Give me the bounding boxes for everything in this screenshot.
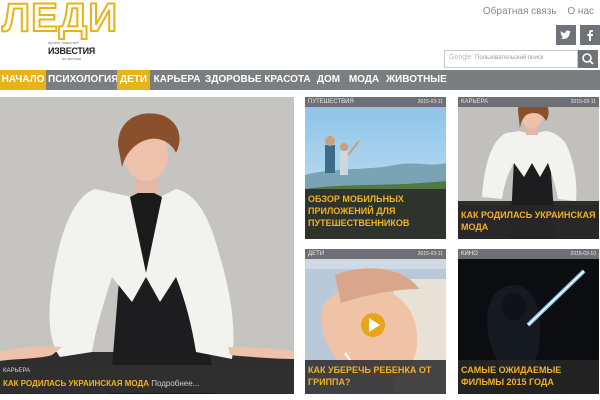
hero-caption: КАРЬЕРА КАК РОДИЛАСЬ УКРАИНСКАЯ МОДА Под…	[0, 365, 294, 393]
hero-title-text: КАК РОДИЛАСЬ УКРАИНСКАЯ МОДА	[3, 379, 149, 388]
hero-more-link[interactable]: Подробнее...	[151, 379, 199, 388]
main-nav: НАЧАЛО ПСИХОЛОГИЯ ДЕТИ КАРЬЕРА ЗДОРОВЬЕ …	[0, 70, 600, 90]
hero-photo	[0, 97, 294, 394]
article-card-movies[interactable]: КИНО 2015-03-10 САМЫЕ ОЖИДАЕМЫЕ ФИЛЬМЫ 2…	[458, 249, 599, 394]
logo-word: ЛЕДИ	[1, 0, 118, 41]
card-category-bar: ПУТЕШЕСТВИЯ 2015-03-11	[305, 97, 446, 107]
nav-item-psychology[interactable]: ПСИХОЛОГИЯ	[48, 70, 118, 90]
feedback-link[interactable]: Обратная связь	[483, 6, 557, 17]
search-button[interactable]	[578, 50, 598, 68]
card-category: КАРЬЕРА	[461, 99, 489, 105]
twitter-button[interactable]	[556, 25, 576, 45]
logo-izvestia: ИЗВЕСТИЯ	[48, 46, 95, 56]
card-title[interactable]: КАК УБЕРЕЧЬ РЕБЕНКА ОТ ГРИППА?	[305, 360, 446, 394]
nav-item-kids[interactable]: ДЕТИ	[117, 70, 150, 90]
nav-item-beauty[interactable]: КРАСОТА	[264, 70, 311, 90]
card-title[interactable]: ОБЗОР МОБИЛЬНЫХ ПРИЛОЖЕНИЙ ДЛЯ ПУТЕШЕСТВ…	[305, 189, 446, 239]
nav-item-start[interactable]: НАЧАЛО	[0, 70, 46, 90]
top-links: Обратная связь О нас	[475, 6, 594, 17]
search-placeholder: Пользовательский поиск	[475, 55, 544, 61]
facebook-button[interactable]	[580, 25, 600, 45]
article-card-travel[interactable]: ПУТЕШЕСТВИЯ 2015-03-11 ОБЗОР МОБИЛЬНЫХ П…	[305, 97, 446, 239]
card-title[interactable]: КАК РОДИЛАСЬ УКРАИНСКАЯ МОДА	[458, 205, 599, 239]
site-header: ЛЕДИ проект новостей ИЗВЕСТИЯ по-женски …	[0, 0, 600, 70]
nav-item-fashion[interactable]: МОДА	[346, 70, 382, 90]
card-date: 2015-03-11	[570, 99, 596, 105]
site-logo[interactable]: ЛЕДИ проект новостей ИЗВЕСТИЯ по-женски	[1, 0, 118, 62]
card-category-bar: КАРЬЕРА 2015-03-11	[458, 97, 599, 107]
card-date: 2015-03-11	[417, 251, 443, 257]
article-card-career[interactable]: КАРЬЕРА 2015-03-11 КАК РОДИЛАСЬ УКРАИНСК…	[458, 97, 599, 239]
nav-item-animals[interactable]: ЖИВОТНЫЕ	[386, 70, 447, 90]
nav-item-career[interactable]: КАРЬЕРА	[152, 70, 202, 90]
twitter-icon	[560, 30, 571, 39]
card-date: 2015-03-11	[417, 99, 443, 105]
facebook-icon	[587, 30, 594, 41]
logo-micro-text: проект новостей	[48, 40, 79, 45]
card-category: ПУТЕШЕСТВИЯ	[308, 99, 354, 105]
card-title[interactable]: САМЫЕ ОЖИДАЕМЫЕ ФИЛЬМЫ 2015 ГОДА	[458, 360, 599, 394]
search-input[interactable]: Google Пользовательский поиск	[444, 50, 578, 68]
search-icon	[582, 53, 594, 65]
hero-title[interactable]: КАК РОДИЛАСЬ УКРАИНСКАЯ МОДА Подробнее..…	[3, 379, 199, 388]
hero-article[interactable]: КАРЬЕРА КАК РОДИЛАСЬ УКРАИНСКАЯ МОДА Под…	[0, 97, 294, 394]
nav-item-home[interactable]: ДОМ	[314, 70, 343, 90]
card-category-bar: КИНО 2015-03-10	[458, 249, 599, 259]
card-category-bar: ДЕТИ 2015-03-11	[305, 249, 446, 259]
nav-item-health[interactable]: ЗДОРОВЬЕ	[205, 70, 262, 90]
search-brand: Google	[449, 54, 472, 61]
logo-micro-text-2: по-женски	[62, 56, 81, 61]
article-card-kids[interactable]: ДЕТИ 2015-03-11 КАК УБЕРЕЧЬ РЕБЕНКА ОТ Г…	[305, 249, 446, 394]
card-category: КИНО	[461, 251, 478, 257]
hero-category: КАРЬЕРА	[3, 368, 31, 374]
card-date: 2015-03-10	[570, 251, 596, 257]
about-link[interactable]: О нас	[567, 6, 594, 17]
card-category: ДЕТИ	[308, 251, 325, 257]
